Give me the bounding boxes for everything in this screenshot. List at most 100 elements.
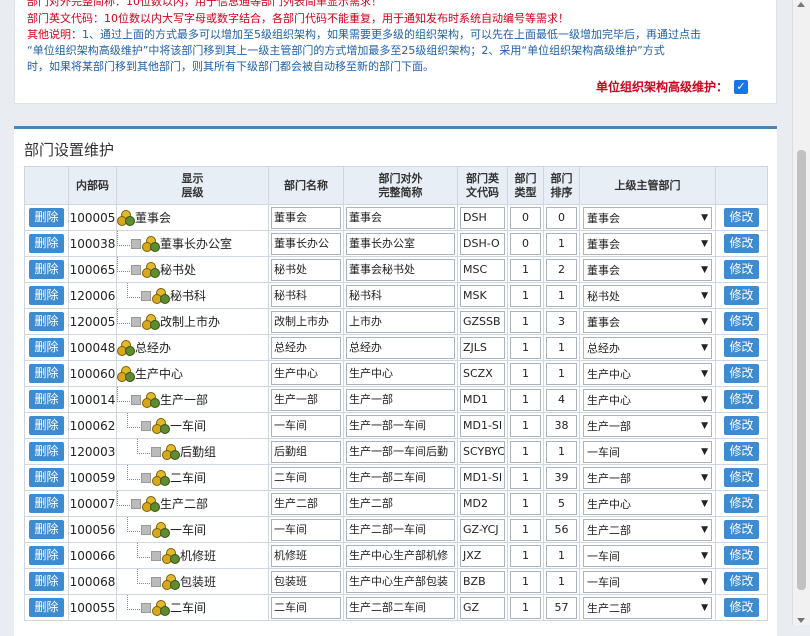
delete-button[interactable]: 删除 — [29, 338, 64, 357]
parent-department-select[interactable]: 生产中心 ▼ — [583, 492, 712, 515]
parent-department-select[interactable]: 董事会 ▼ — [583, 258, 712, 281]
department-engcode-input[interactable]: SCYBYC — [460, 440, 505, 463]
department-fullname-input[interactable]: 生产二部一车间 — [346, 518, 455, 541]
department-type-input[interactable]: 1 — [510, 440, 541, 463]
department-order-input[interactable]: 1 — [546, 284, 577, 307]
department-fullname-input[interactable]: 生产一部一车间 — [346, 414, 455, 437]
department-type-input[interactable]: 1 — [510, 570, 541, 593]
department-name-input[interactable]: 二车间 — [271, 596, 341, 619]
department-type-input[interactable]: 1 — [510, 310, 541, 333]
department-fullname-input[interactable]: 生产二部二车间 — [346, 596, 455, 619]
department-type-input[interactable]: 0 — [510, 206, 541, 229]
department-order-input[interactable]: 1 — [546, 362, 577, 385]
department-name-input[interactable]: 二车间 — [271, 466, 341, 489]
department-fullname-input[interactable]: 董事长办公室 — [346, 232, 455, 255]
department-type-input[interactable]: 1 — [510, 492, 541, 515]
parent-department-select[interactable]: 生产二部 ▼ — [583, 518, 712, 541]
department-type-input[interactable]: 0 — [510, 232, 541, 255]
department-name-input[interactable]: 秘书处 — [271, 258, 341, 281]
department-engcode-input[interactable]: DSH-O — [460, 232, 505, 255]
department-name-input[interactable]: 董事会 — [271, 206, 341, 229]
department-fullname-input[interactable]: 董事会秘书处 — [346, 258, 455, 281]
department-name-input[interactable]: 改制上市办 — [271, 310, 341, 333]
edit-button[interactable]: 修改 — [724, 416, 759, 435]
scroll-down-arrow-icon[interactable] — [797, 618, 805, 623]
parent-department-select[interactable]: 董事会 ▼ — [583, 310, 712, 333]
parent-department-select[interactable]: 生产中心 ▼ — [583, 362, 712, 385]
department-engcode-input[interactable]: DSH — [460, 206, 505, 229]
department-fullname-input[interactable]: 生产中心生产部包装 — [346, 570, 455, 593]
department-order-input[interactable]: 1 — [546, 570, 577, 593]
advanced-maintenance-toggle[interactable]: 单位组织架构高级维护： ✓ — [596, 78, 748, 95]
department-engcode-input[interactable]: GZSSB — [460, 310, 505, 333]
department-type-input[interactable]: 1 — [510, 596, 541, 619]
department-name-input[interactable]: 机修班 — [271, 544, 341, 567]
department-engcode-input[interactable]: SCZX — [460, 362, 505, 385]
department-fullname-input[interactable]: 生产一部一车间后勤 — [346, 440, 455, 463]
department-engcode-input[interactable]: BZB — [460, 570, 505, 593]
delete-button[interactable]: 删除 — [29, 572, 64, 591]
parent-department-select[interactable]: 生产一部 ▼ — [583, 466, 712, 489]
department-fullname-input[interactable]: 秘书科 — [346, 284, 455, 307]
delete-button[interactable]: 删除 — [29, 468, 64, 487]
parent-department-select[interactable]: 总经办 ▼ — [583, 336, 712, 359]
department-engcode-input[interactable]: MD1-SI — [460, 414, 505, 437]
department-order-input[interactable]: 56 — [546, 518, 577, 541]
parent-department-select[interactable]: 秘书处 ▼ — [583, 284, 712, 307]
delete-button[interactable]: 删除 — [29, 208, 64, 227]
department-type-input[interactable]: 1 — [510, 258, 541, 281]
department-name-input[interactable]: 总经办 — [271, 336, 341, 359]
delete-button[interactable]: 删除 — [29, 234, 64, 253]
delete-button[interactable]: 删除 — [29, 520, 64, 539]
delete-button[interactable]: 删除 — [29, 416, 64, 435]
parent-department-select[interactable]: 生产二部 ▼ — [583, 596, 712, 619]
edit-button[interactable]: 修改 — [724, 468, 759, 487]
edit-button[interactable]: 修改 — [724, 234, 759, 253]
edit-button[interactable]: 修改 — [724, 442, 759, 461]
delete-button[interactable]: 删除 — [29, 546, 64, 565]
department-type-input[interactable]: 1 — [510, 336, 541, 359]
parent-department-select[interactable]: 生产一部 ▼ — [583, 414, 712, 437]
edit-button[interactable]: 修改 — [724, 598, 759, 617]
scrollbar-thumb[interactable] — [797, 150, 806, 590]
department-fullname-input[interactable]: 生产中心生产部机修 — [346, 544, 455, 567]
delete-button[interactable]: 删除 — [29, 442, 64, 461]
department-name-input[interactable]: 董事长办公 — [271, 232, 341, 255]
department-engcode-input[interactable]: MSC — [460, 258, 505, 281]
department-order-input[interactable]: 2 — [546, 258, 577, 281]
parent-department-select[interactable]: 一车间 ▼ — [583, 544, 712, 567]
edit-button[interactable]: 修改 — [724, 364, 759, 383]
delete-button[interactable]: 删除 — [29, 494, 64, 513]
delete-button[interactable]: 删除 — [29, 364, 64, 383]
edit-button[interactable]: 修改 — [724, 260, 759, 279]
department-order-input[interactable]: 1 — [546, 336, 577, 359]
department-name-input[interactable]: 秘书科 — [271, 284, 341, 307]
department-engcode-input[interactable]: MD1 — [460, 388, 505, 411]
department-name-input[interactable]: 后勤组 — [271, 440, 341, 463]
advanced-maintenance-checkbox[interactable]: ✓ — [734, 79, 748, 94]
parent-department-select[interactable]: 董事会 ▼ — [583, 232, 712, 255]
page-scrollbar[interactable] — [792, 0, 810, 625]
department-type-input[interactable]: 1 — [510, 466, 541, 489]
department-order-input[interactable]: 39 — [546, 466, 577, 489]
department-engcode-input[interactable]: GZ — [460, 596, 505, 619]
scroll-up-arrow-icon[interactable] — [797, 2, 805, 7]
department-type-input[interactable]: 1 — [510, 362, 541, 385]
department-type-input[interactable]: 1 — [510, 414, 541, 437]
department-type-input[interactable]: 1 — [510, 544, 541, 567]
edit-button[interactable]: 修改 — [724, 494, 759, 513]
department-engcode-input[interactable]: GZ-YCJ — [460, 518, 505, 541]
edit-button[interactable]: 修改 — [724, 390, 759, 409]
parent-department-select[interactable]: 生产中心 ▼ — [583, 388, 712, 411]
delete-button[interactable]: 删除 — [29, 598, 64, 617]
department-order-input[interactable]: 3 — [546, 310, 577, 333]
department-name-input[interactable]: 包装班 — [271, 570, 341, 593]
department-name-input[interactable]: 一车间 — [271, 518, 341, 541]
department-engcode-input[interactable]: MD1-SI — [460, 466, 505, 489]
delete-button[interactable]: 删除 — [29, 286, 64, 305]
edit-button[interactable]: 修改 — [724, 312, 759, 331]
department-order-input[interactable]: 5 — [546, 492, 577, 515]
department-name-input[interactable]: 生产一部 — [271, 388, 341, 411]
department-fullname-input[interactable]: 生产一部 — [346, 388, 455, 411]
edit-button[interactable]: 修改 — [724, 546, 759, 565]
